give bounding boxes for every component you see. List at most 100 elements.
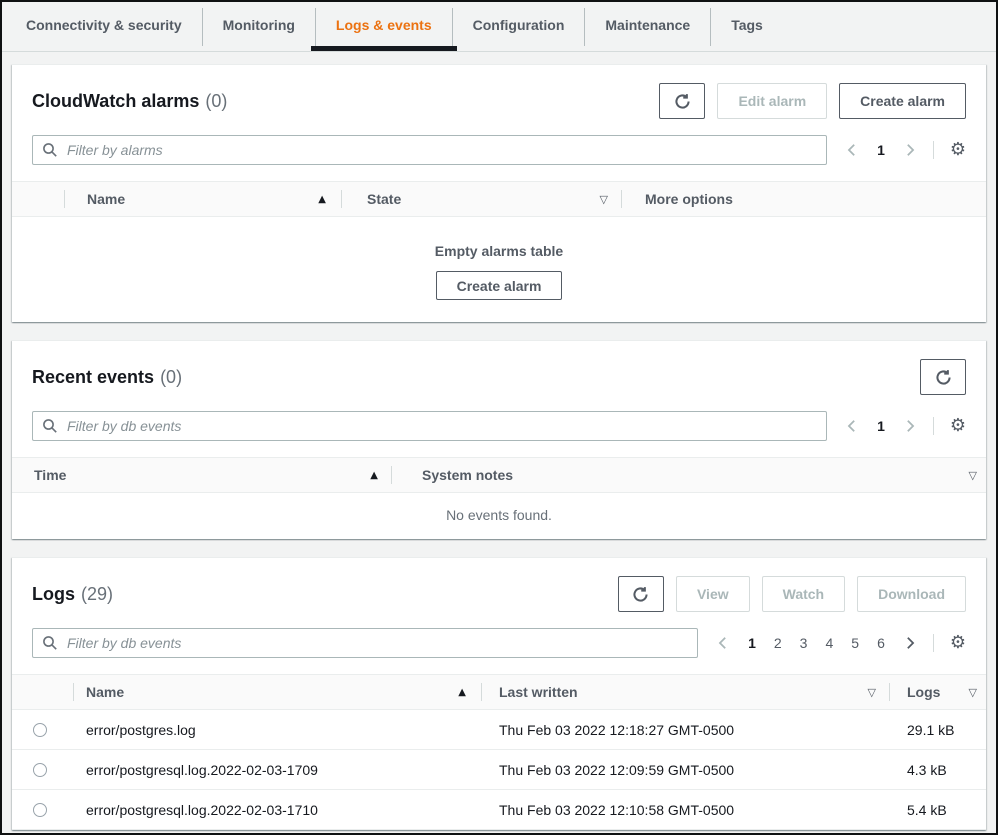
events-toolbar: 1 ⚙ [12, 405, 986, 457]
tab-connectivity-security[interactable]: Connectivity & security [6, 2, 202, 48]
logs-last-written-column-header[interactable]: Last written ▽ [482, 675, 890, 709]
create-alarm-button[interactable]: Create alarm [839, 83, 966, 119]
page-number[interactable]: 1 [877, 142, 885, 158]
tab-monitoring[interactable]: Monitoring [203, 2, 315, 48]
log-row-select-cell [12, 723, 74, 737]
alarms-settings: ⚙ [933, 141, 966, 159]
tab-logs-events[interactable]: Logs & events [316, 2, 452, 48]
events-pagination: 1 ⚙ [845, 417, 966, 435]
alarms-title: CloudWatch alarms [32, 91, 199, 111]
logs-toolbar: 1 2 3 4 5 6 ⚙ [12, 622, 986, 674]
filter-dropdown-icon[interactable]: ▽ [868, 686, 876, 699]
tab-label: Configuration [473, 17, 565, 33]
logs-header: Logs(29) View Watch Download [12, 558, 986, 622]
logs-select-column-header [12, 675, 74, 709]
events-time-column-header[interactable]: Time ▲ [12, 458, 392, 492]
column-label: Name [87, 191, 125, 207]
column-label: Last written [499, 684, 578, 700]
recent-events-section: Recent events(0) [12, 340, 986, 539]
log-size-cell: 5.4 kB [890, 802, 986, 818]
tab-bar: Connectivity & security Monitoring Logs … [2, 2, 996, 52]
view-log-button[interactable]: View [676, 576, 750, 612]
logs-table-header: Name ▲ Last written ▽ Logs ▽ [12, 674, 986, 710]
next-page-icon[interactable] [903, 636, 917, 650]
sort-ascending-icon[interactable]: ▲ [370, 470, 378, 481]
events-actions [920, 359, 966, 395]
column-label: System notes [422, 467, 513, 483]
events-table-header: Time ▲ System notes ▽ [12, 457, 986, 493]
edit-alarm-button[interactable]: Edit alarm [717, 83, 827, 119]
alarms-pagination: 1 ⚙ [845, 141, 966, 159]
events-settings: ⚙ [933, 417, 966, 435]
alarms-more-options-column-header: More options [622, 182, 986, 216]
log-name-cell: error/postgres.log [74, 722, 482, 738]
logs-title-group: Logs(29) [32, 584, 113, 605]
tab-configuration[interactable]: Configuration [453, 2, 585, 48]
tab-label: Connectivity & security [26, 17, 182, 33]
filter-dropdown-icon[interactable]: ▽ [600, 193, 608, 206]
tab-tags[interactable]: Tags [711, 2, 783, 48]
log-row: error/postgresql.log.2022-02-03-1709 Thu… [12, 750, 986, 790]
alarms-refresh-button[interactable] [659, 83, 705, 119]
page-number-6[interactable]: 6 [877, 635, 885, 651]
gear-icon[interactable]: ⚙ [950, 634, 966, 652]
previous-page-icon[interactable] [845, 419, 859, 433]
logs-filter-input[interactable] [32, 628, 698, 658]
filter-dropdown-icon[interactable]: ▽ [969, 469, 977, 482]
log-size-cell: 29.1 kB [890, 722, 986, 738]
page-number-4[interactable]: 4 [825, 635, 833, 651]
refresh-icon [935, 369, 952, 386]
column-label: State [367, 191, 401, 207]
download-log-button[interactable]: Download [857, 576, 966, 612]
cloudwatch-alarms-section: CloudWatch alarms (0) Edit alarm Create a… [12, 64, 986, 322]
page-number-5[interactable]: 5 [851, 635, 859, 651]
logs-actions: View Watch Download [618, 576, 966, 612]
row-radio-button[interactable] [33, 723, 47, 737]
column-label: Logs [907, 684, 940, 700]
alarms-empty-title: Empty alarms table [12, 243, 986, 259]
sort-ascending-icon[interactable]: ▲ [458, 687, 466, 698]
log-last-written-cell: Thu Feb 03 2022 12:10:58 GMT-0500 [482, 802, 890, 818]
tab-label: Maintenance [605, 17, 690, 33]
next-page-icon[interactable] [903, 143, 917, 157]
events-filter-input[interactable] [32, 411, 827, 441]
log-name-cell: error/postgresql.log.2022-02-03-1709 [74, 762, 482, 778]
page-number[interactable]: 1 [877, 418, 885, 434]
alarms-count: (0) [205, 91, 227, 111]
alarms-filter [32, 135, 827, 165]
logs-refresh-button[interactable] [618, 576, 664, 612]
previous-page-icon[interactable] [845, 143, 859, 157]
main-content: CloudWatch alarms (0) Edit alarm Create a… [2, 52, 996, 830]
events-system-notes-column-header[interactable]: System notes ▽ [392, 458, 986, 492]
rds-details-panel: Connectivity & security Monitoring Logs … [0, 0, 998, 835]
gear-icon[interactable]: ⚙ [950, 417, 966, 435]
filter-dropdown-icon[interactable]: ▽ [969, 686, 977, 699]
logs-title: Logs [32, 584, 75, 604]
tab-maintenance[interactable]: Maintenance [585, 2, 710, 48]
row-radio-button[interactable] [33, 763, 47, 777]
next-page-icon[interactable] [903, 419, 917, 433]
alarms-table-header: Name ▲ State ▽ More options [12, 181, 986, 217]
empty-create-alarm-button[interactable]: Create alarm [436, 271, 563, 300]
logs-size-column-header[interactable]: Logs ▽ [890, 675, 986, 709]
events-title-group: Recent events(0) [32, 367, 182, 388]
previous-page-icon[interactable] [716, 636, 730, 650]
alarms-filter-input[interactable] [32, 135, 827, 165]
events-header: Recent events(0) [12, 341, 986, 405]
alarms-name-column-header[interactable]: Name ▲ [65, 182, 342, 216]
column-label: More options [645, 191, 733, 207]
row-radio-button[interactable] [33, 803, 47, 817]
gear-icon[interactable]: ⚙ [950, 141, 966, 159]
refresh-icon [674, 93, 691, 110]
logs-name-column-header[interactable]: Name ▲ [74, 675, 482, 709]
alarms-state-column-header[interactable]: State ▽ [342, 182, 622, 216]
events-title: Recent events [32, 367, 154, 387]
watch-log-button[interactable]: Watch [762, 576, 845, 612]
events-empty-text: No events found. [446, 507, 552, 523]
page-number-3[interactable]: 3 [800, 635, 808, 651]
page-number-2[interactable]: 2 [774, 635, 782, 651]
page-number-1[interactable]: 1 [748, 635, 756, 651]
log-row-select-cell [12, 803, 74, 817]
events-refresh-button[interactable] [920, 359, 966, 395]
sort-ascending-icon[interactable]: ▲ [318, 194, 326, 205]
